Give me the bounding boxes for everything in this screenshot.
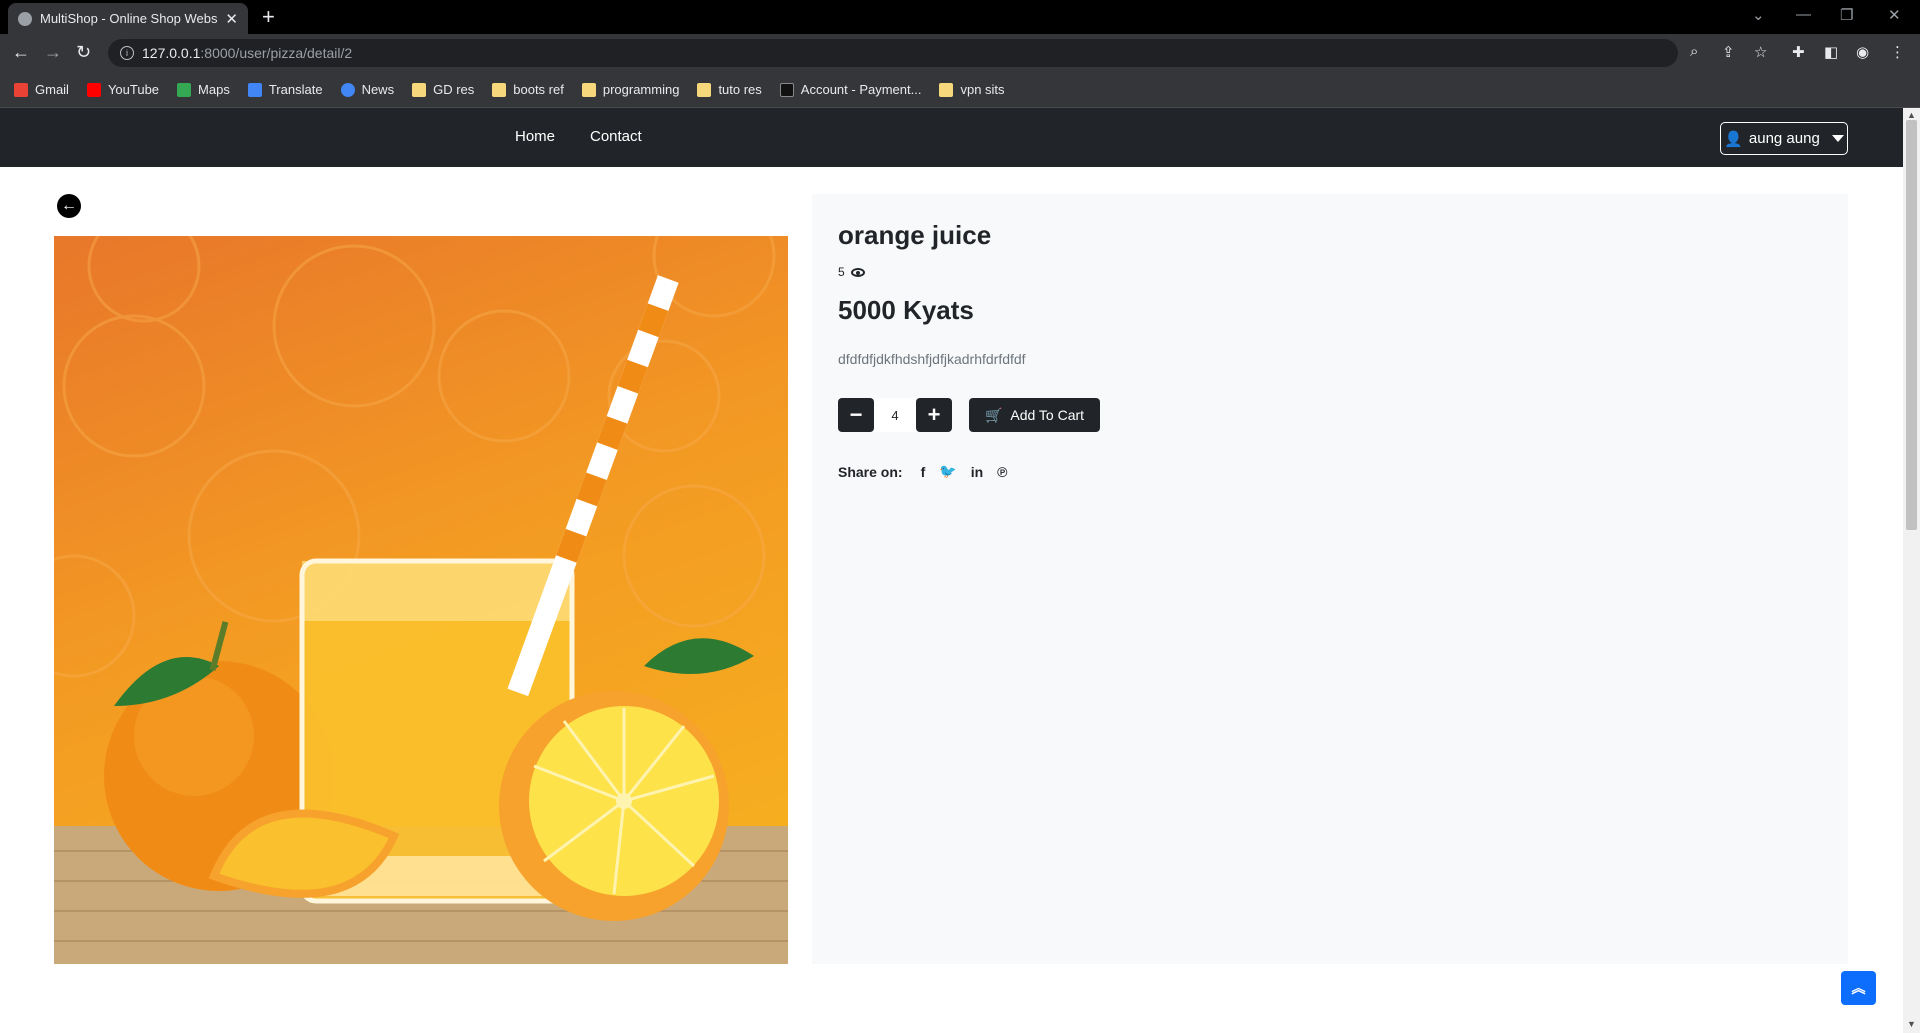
- product-detail-panel: orange juice 5 5000 Kyats dfdfdfjdkfhdsh…: [812, 194, 1848, 964]
- profile-avatar-icon[interactable]: ◉: [1856, 43, 1869, 61]
- share-label: Share on:: [838, 463, 903, 480]
- zoom-icon[interactable]: ⌕: [1690, 43, 1698, 60]
- folder-icon: [697, 82, 712, 97]
- bookmark-news[interactable]: News: [340, 82, 394, 97]
- quantity-input[interactable]: 4: [874, 398, 916, 432]
- product-image: [54, 236, 788, 964]
- add-to-cart-button[interactable]: 🛒 Add To Cart: [969, 398, 1100, 432]
- bookmark-translate[interactable]: Translate: [247, 82, 323, 97]
- extensions-icon[interactable]: ✚: [1792, 43, 1805, 61]
- news-icon: [340, 82, 355, 97]
- restore-icon[interactable]: ❐: [1840, 6, 1853, 24]
- folder-icon: [412, 82, 427, 97]
- user-icon: 👤: [1724, 130, 1743, 148]
- pinterest-icon[interactable]: ℗: [997, 464, 1007, 480]
- bookmark-youtube[interactable]: YouTube: [86, 82, 159, 97]
- site-navbar: Home Contact 👤 aung aung: [0, 108, 1903, 167]
- maps-icon: [177, 82, 192, 97]
- scrollbar-thumb[interactable]: [1906, 120, 1917, 530]
- product-description: dfdfdfjdkfhdshfjdfjkadrhfdrfdfdf: [838, 351, 1026, 367]
- bookmark-folder-vpn-sits[interactable]: vpn sits: [939, 82, 1005, 97]
- product-name: orange juice: [838, 220, 992, 250]
- bookmark-star-icon[interactable]: ☆: [1754, 43, 1767, 61]
- bookmark-gmail[interactable]: Gmail: [14, 82, 69, 97]
- view-count: 5: [838, 265, 865, 279]
- translate-icon: [247, 82, 262, 97]
- eye-icon: [850, 267, 865, 277]
- reload-icon[interactable]: ↻: [76, 42, 91, 63]
- gmail-icon: [14, 82, 28, 97]
- url-path: :8000/user/pizza/detail/2: [200, 45, 353, 61]
- browser-toolbar: ← → ↻ i 127.0.0.1 :8000/user/pizza/detai…: [0, 34, 1920, 72]
- scroll-down-arrow-icon[interactable]: ▼: [1907, 1019, 1916, 1029]
- facebook-icon[interactable]: f: [921, 464, 926, 480]
- orange-juice-illustration: [54, 236, 788, 964]
- back-arrow-icon[interactable]: ←: [57, 194, 81, 218]
- url-host: 127.0.0.1: [142, 45, 201, 61]
- quantity-stepper: − 4 +: [838, 398, 952, 432]
- browser-tab-bar: MultiShop - Online Shop Website ✕ + ⌄ — …: [0, 0, 1920, 34]
- bookmark-folder-programming[interactable]: programming: [581, 82, 679, 97]
- nav-home-link[interactable]: Home: [515, 128, 555, 145]
- add-to-cart-label: Add To Cart: [1010, 407, 1085, 423]
- page-scrollbar[interactable]: ▲ ▼: [1903, 108, 1920, 1033]
- bookmark-account-payment[interactable]: Account - Payment...: [779, 82, 921, 97]
- scroll-up-arrow-icon[interactable]: ▲: [1907, 110, 1916, 120]
- shopping-cart-icon: 🛒: [984, 406, 1003, 423]
- bookmark-maps[interactable]: Maps: [177, 82, 230, 97]
- new-tab-button[interactable]: +: [262, 4, 275, 30]
- web-page: Home Contact 👤 aung aung ← orange juice …: [0, 108, 1903, 1033]
- nav-contact-link[interactable]: Contact: [590, 128, 642, 145]
- product-price: 5000 Kyats: [838, 295, 974, 325]
- share-section: Share on: f 🐦 in ℗: [838, 463, 1007, 480]
- side-panel-icon[interactable]: ◧: [1824, 43, 1838, 61]
- bookmark-folder-gd-res[interactable]: GD res: [412, 82, 474, 97]
- browser-menu-icon[interactable]: ⋮: [1890, 43, 1905, 61]
- youtube-icon: [86, 82, 101, 97]
- site-info-icon[interactable]: i: [120, 46, 134, 60]
- view-count-value: 5: [838, 265, 845, 279]
- bookmark-folder-boots-ref[interactable]: boots ref: [492, 82, 564, 97]
- twitter-icon[interactable]: 🐦: [939, 463, 956, 480]
- account-site-icon: [779, 82, 794, 97]
- close-tab-icon[interactable]: ✕: [225, 10, 238, 28]
- folder-icon: [581, 82, 596, 97]
- minimize-icon[interactable]: —: [1796, 6, 1811, 23]
- linkedin-icon[interactable]: in: [971, 464, 983, 480]
- browser-tab[interactable]: MultiShop - Online Shop Website ✕: [8, 3, 248, 34]
- folder-icon: [939, 82, 954, 97]
- tab-title: MultiShop - Online Shop Website: [40, 11, 218, 26]
- site-favicon-icon: [18, 11, 32, 26]
- user-name: aung aung: [1748, 130, 1820, 147]
- bookmark-folder-tuto-res[interactable]: tuto res: [697, 82, 762, 97]
- back-icon[interactable]: ←: [12, 42, 30, 63]
- share-page-icon[interactable]: ⇪: [1722, 43, 1735, 61]
- bookmarks-bar: Gmail YouTube Maps Translate News GD res…: [0, 72, 1920, 108]
- address-bar[interactable]: i 127.0.0.1 :8000/user/pizza/detail/2: [108, 39, 1678, 67]
- user-dropdown-button[interactable]: 👤 aung aung: [1720, 122, 1848, 155]
- scroll-to-top-button[interactable]: ︽: [1841, 971, 1876, 1005]
- tab-search-icon[interactable]: ⌄: [1752, 6, 1765, 24]
- decrease-quantity-button[interactable]: −: [838, 398, 874, 432]
- close-window-icon[interactable]: ✕: [1888, 6, 1901, 24]
- caret-down-icon: [1831, 135, 1844, 142]
- increase-quantity-button[interactable]: +: [916, 398, 952, 432]
- forward-icon[interactable]: →: [44, 42, 62, 63]
- folder-icon: [492, 82, 507, 97]
